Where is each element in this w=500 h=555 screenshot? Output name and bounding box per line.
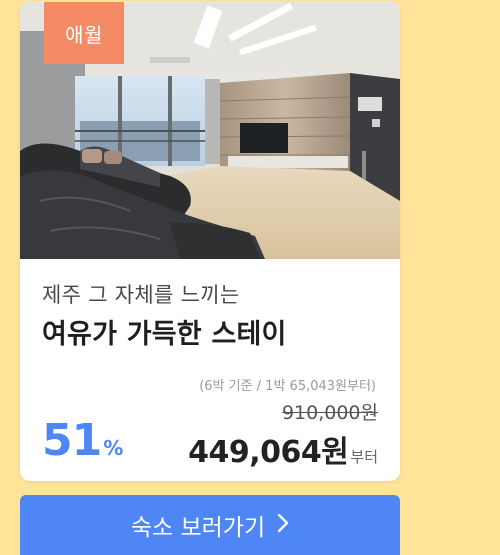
discount-rate: 51% xyxy=(42,415,123,466)
sale-price-suffix: 부터 xyxy=(350,448,378,466)
original-price: 910,000원 xyxy=(281,402,378,424)
view-stay-button-label: 숙소 보러가기 xyxy=(130,515,266,541)
sale-price-amount: 449,064원 xyxy=(188,435,349,470)
discount-unit: % xyxy=(103,436,124,460)
listing-subtitle: 제주 그 자체를 느끼는 xyxy=(42,283,240,307)
listing-title: 여유가 가득한 스테이 xyxy=(42,319,287,350)
sale-price: 449,064원 부터 xyxy=(188,427,378,471)
view-stay-button[interactable]: 숙소 보러가기 xyxy=(20,495,400,555)
discount-value: 51 xyxy=(42,415,102,466)
chevron-right-icon xyxy=(277,511,289,539)
region-badge: 애월 xyxy=(44,2,124,64)
listing-card[interactable]: 애월 제주 그 자체를 느끼는 여유가 가득한 스테이 (6박 기준 / 1박 … xyxy=(20,1,400,481)
price-basis-note: (6박 기준 / 1박 65,043원부터) xyxy=(199,379,376,394)
